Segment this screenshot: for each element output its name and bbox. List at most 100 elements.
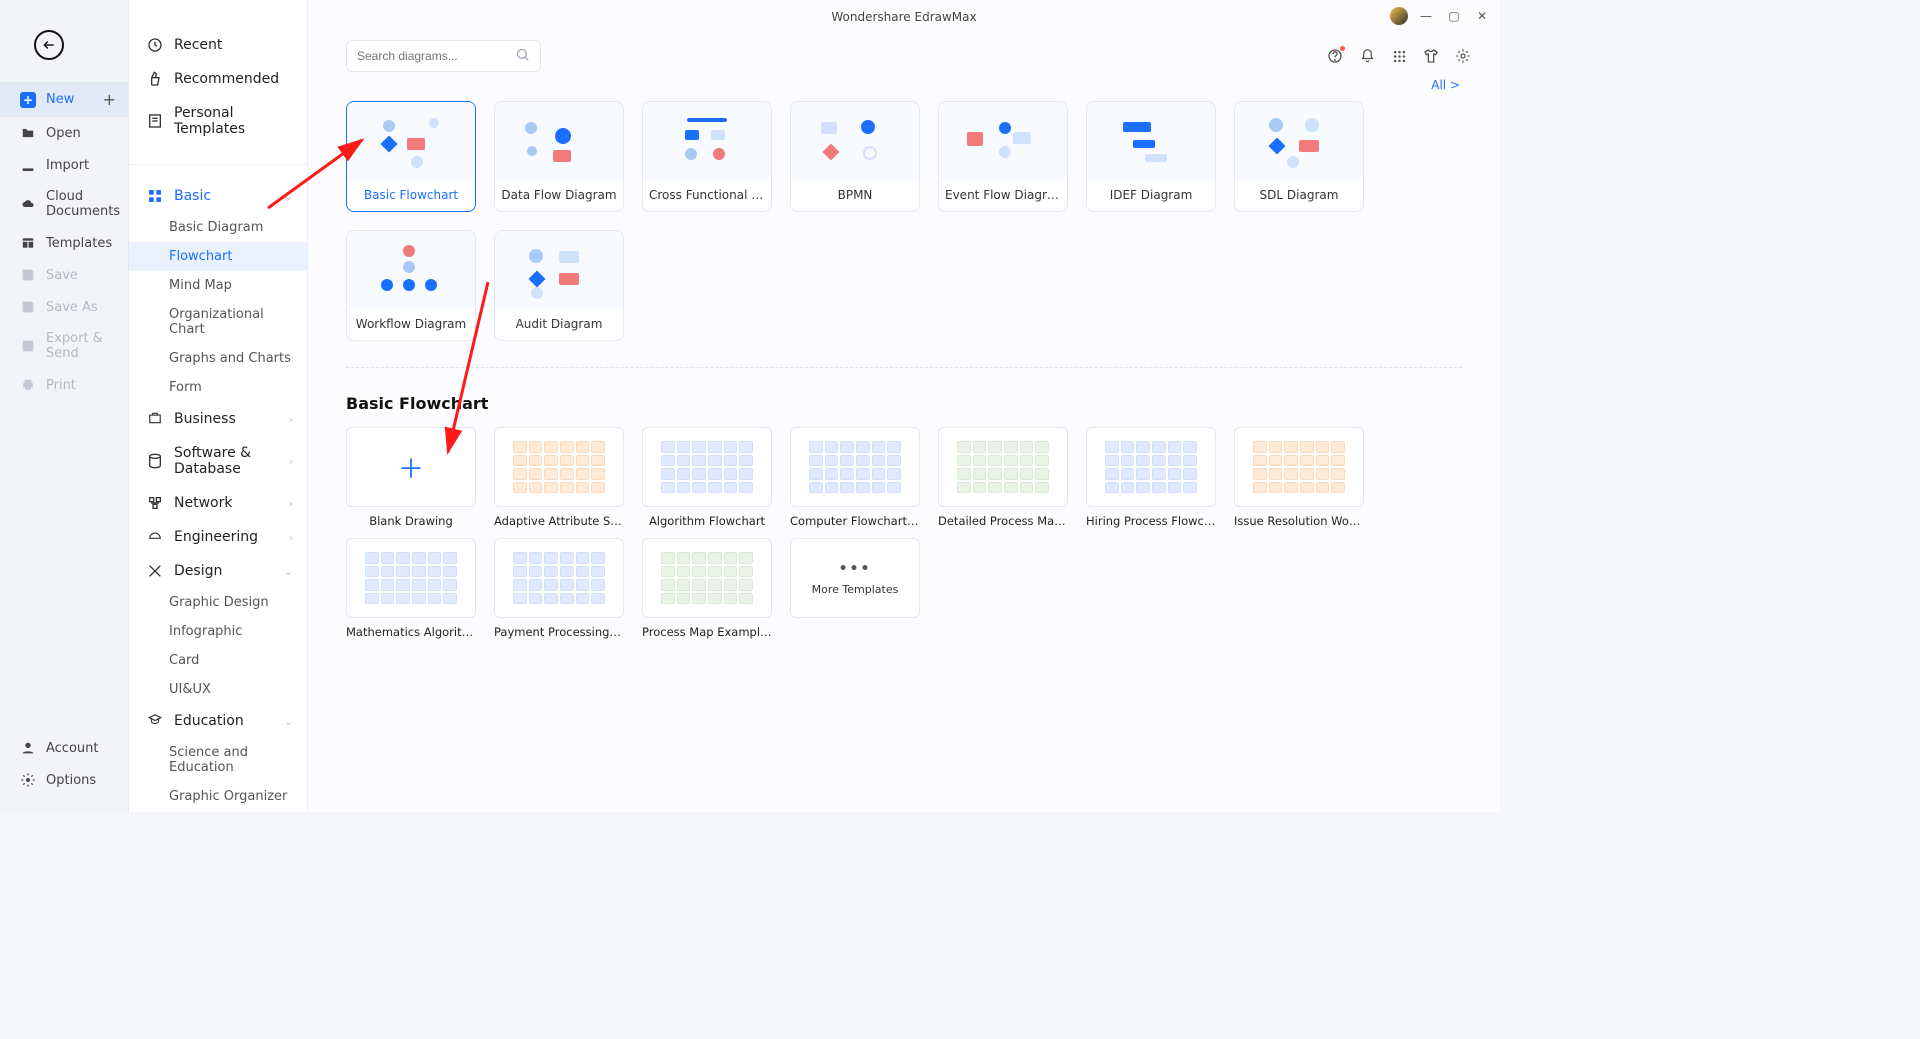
rail-item-options[interactable]: Options — [0, 764, 128, 796]
nav-cat-basic[interactable]: Basic ⌄ — [129, 179, 307, 213]
nav-sub-graphic-design[interactable]: Graphic Design — [129, 588, 307, 617]
nav-cat-business[interactable]: Business › — [129, 402, 307, 436]
search-input[interactable] — [357, 49, 515, 63]
database-icon — [147, 453, 163, 469]
rail-item-account[interactable]: Account — [0, 732, 128, 764]
nav-sub-basic-diagram[interactable]: Basic Diagram — [129, 213, 307, 242]
apps-icon[interactable] — [1390, 47, 1408, 65]
nav-sub-graphic-organizer[interactable]: Graphic Organizer — [129, 782, 307, 811]
nav-sub-flowchart[interactable]: Flowchart — [129, 242, 307, 271]
tpl-computer[interactable]: Computer Flowchart Temp... — [790, 427, 920, 528]
bell-icon[interactable] — [1358, 47, 1376, 65]
tpl-label-inner: More Templates — [812, 583, 899, 596]
nav-sub-card[interactable]: Card — [129, 646, 307, 675]
app-title: Wondershare EdrawMax — [831, 10, 976, 24]
search-box[interactable] — [346, 40, 541, 72]
tpl-more[interactable]: ••• More Templates — [790, 538, 920, 639]
user-avatar[interactable] — [1390, 7, 1408, 25]
type-card-basic-flowchart[interactable]: Basic Flowchart — [346, 101, 476, 212]
section-title: Basic Flowchart — [308, 368, 1500, 413]
nav-sub-science-edu[interactable]: Science and Education — [129, 738, 307, 782]
nav-label: Recent — [174, 37, 222, 53]
rail-item-open[interactable]: Open — [0, 117, 128, 149]
tpl-hiring[interactable]: Hiring Process Flowchart — [1086, 427, 1216, 528]
tpl-label: Adaptive Attribute Selectio... — [494, 507, 624, 528]
nav-recent[interactable]: Recent — [129, 28, 307, 62]
maximize-button[interactable]: ▢ — [1444, 6, 1464, 26]
nav-personal[interactable]: Personal Templates — [129, 96, 307, 146]
rail-item-export: Export & Send — [0, 323, 128, 369]
rail-item-import[interactable]: Import — [0, 149, 128, 181]
type-label: Event Flow Diagram — [939, 180, 1067, 211]
rail-item-new[interactable]: + New + — [0, 82, 128, 117]
minimize-button[interactable]: — — [1416, 6, 1436, 26]
chevron-down-icon: ⌄ — [284, 715, 293, 728]
chevron-down-icon: ⌄ — [284, 190, 293, 203]
nav-label: Education — [174, 713, 244, 729]
account-icon — [20, 740, 36, 756]
tpl-detailed[interactable]: Detailed Process Map Tem... — [938, 427, 1068, 528]
type-card-bpmn[interactable]: BPMN — [790, 101, 920, 212]
type-label: Cross Functional Flow... — [643, 180, 771, 211]
plus-icon: + — [20, 92, 36, 108]
nav-sub-mind-map[interactable]: Mind Map — [129, 271, 307, 300]
rail-label: Cloud Documents — [46, 189, 120, 219]
tpl-label: Issue Resolution Workflow ... — [1234, 507, 1364, 528]
type-label: IDEF Diagram — [1087, 180, 1215, 211]
briefcase-icon — [147, 411, 163, 427]
rail-item-templates[interactable]: Templates — [0, 227, 128, 259]
type-card-audit[interactable]: Audit Diagram — [494, 230, 624, 341]
nav-sub-infographic[interactable]: Infographic — [129, 617, 307, 646]
nav-cat-software[interactable]: Software & Database › — [129, 436, 307, 486]
rail-label: Save — [46, 268, 78, 283]
type-card-data-flow[interactable]: Data Flow Diagram — [494, 101, 624, 212]
nav-sub-form[interactable]: Form — [129, 373, 307, 402]
tpl-issue[interactable]: Issue Resolution Workflow ... — [1234, 427, 1364, 528]
tpl-blank[interactable]: ＋ Blank Drawing — [346, 427, 476, 528]
folder-icon — [20, 125, 36, 141]
nav-sub-uiux[interactable]: UI&UX — [129, 675, 307, 704]
shirt-icon[interactable] — [1422, 47, 1440, 65]
type-card-workflow[interactable]: Workflow Diagram — [346, 230, 476, 341]
tpl-algorithm[interactable]: Algorithm Flowchart — [642, 427, 772, 528]
nav-cat-engineering[interactable]: Engineering › — [129, 520, 307, 554]
grid-icon — [147, 188, 163, 204]
search-icon — [515, 47, 530, 66]
nav-sub-graphs[interactable]: Graphs and Charts — [129, 344, 307, 373]
nav-label: Recommended — [174, 71, 279, 87]
all-link[interactable]: All > — [1431, 78, 1460, 92]
nav-sub-org-chart[interactable]: Organizational Chart — [129, 300, 307, 344]
more-dots-icon: ••• — [839, 561, 872, 577]
templates-row-2: Mathematics Algorithm Fl... Payment Proc… — [308, 528, 1500, 639]
tpl-math[interactable]: Mathematics Algorithm Fl... — [346, 538, 476, 639]
tpl-adaptive[interactable]: Adaptive Attribute Selectio... — [494, 427, 624, 528]
diagram-type-grid: Basic Flowchart Data Flow Diagram Cross … — [308, 95, 1500, 341]
clock-icon — [147, 37, 163, 53]
back-button[interactable] — [34, 30, 64, 60]
rail-label: Options — [46, 773, 96, 788]
type-card-cross-functional[interactable]: Cross Functional Flow... — [642, 101, 772, 212]
palette-icon — [147, 563, 163, 579]
cloud-icon — [20, 196, 36, 212]
rail-item-saveas: Save As — [0, 291, 128, 323]
nav-cat-design[interactable]: Design ⌄ — [129, 554, 307, 588]
tpl-process[interactable]: Process Map Examples Te... — [642, 538, 772, 639]
type-label: Data Flow Diagram — [495, 180, 623, 211]
nav-cat-network[interactable]: Network › — [129, 486, 307, 520]
settings-icon[interactable] — [1454, 47, 1472, 65]
type-card-sdl[interactable]: SDL Diagram — [1234, 101, 1364, 212]
help-icon[interactable] — [1326, 47, 1344, 65]
rail-item-cloud[interactable]: Cloud Documents — [0, 181, 128, 227]
chevron-down-icon: ⌄ — [284, 565, 293, 578]
close-button[interactable]: ✕ — [1472, 6, 1492, 26]
rail-label: Account — [46, 741, 99, 756]
nav-recommended[interactable]: Recommended — [129, 62, 307, 96]
type-card-idef[interactable]: IDEF Diagram — [1086, 101, 1216, 212]
tpl-label: Hiring Process Flowchart — [1086, 507, 1216, 528]
gear-icon — [20, 772, 36, 788]
nav-cat-education[interactable]: Education ⌄ — [129, 704, 307, 738]
tpl-payment[interactable]: Payment Processing Workf... — [494, 538, 624, 639]
nav-label: Business — [174, 411, 236, 427]
type-card-event-flow[interactable]: Event Flow Diagram — [938, 101, 1068, 212]
import-icon — [20, 157, 36, 173]
